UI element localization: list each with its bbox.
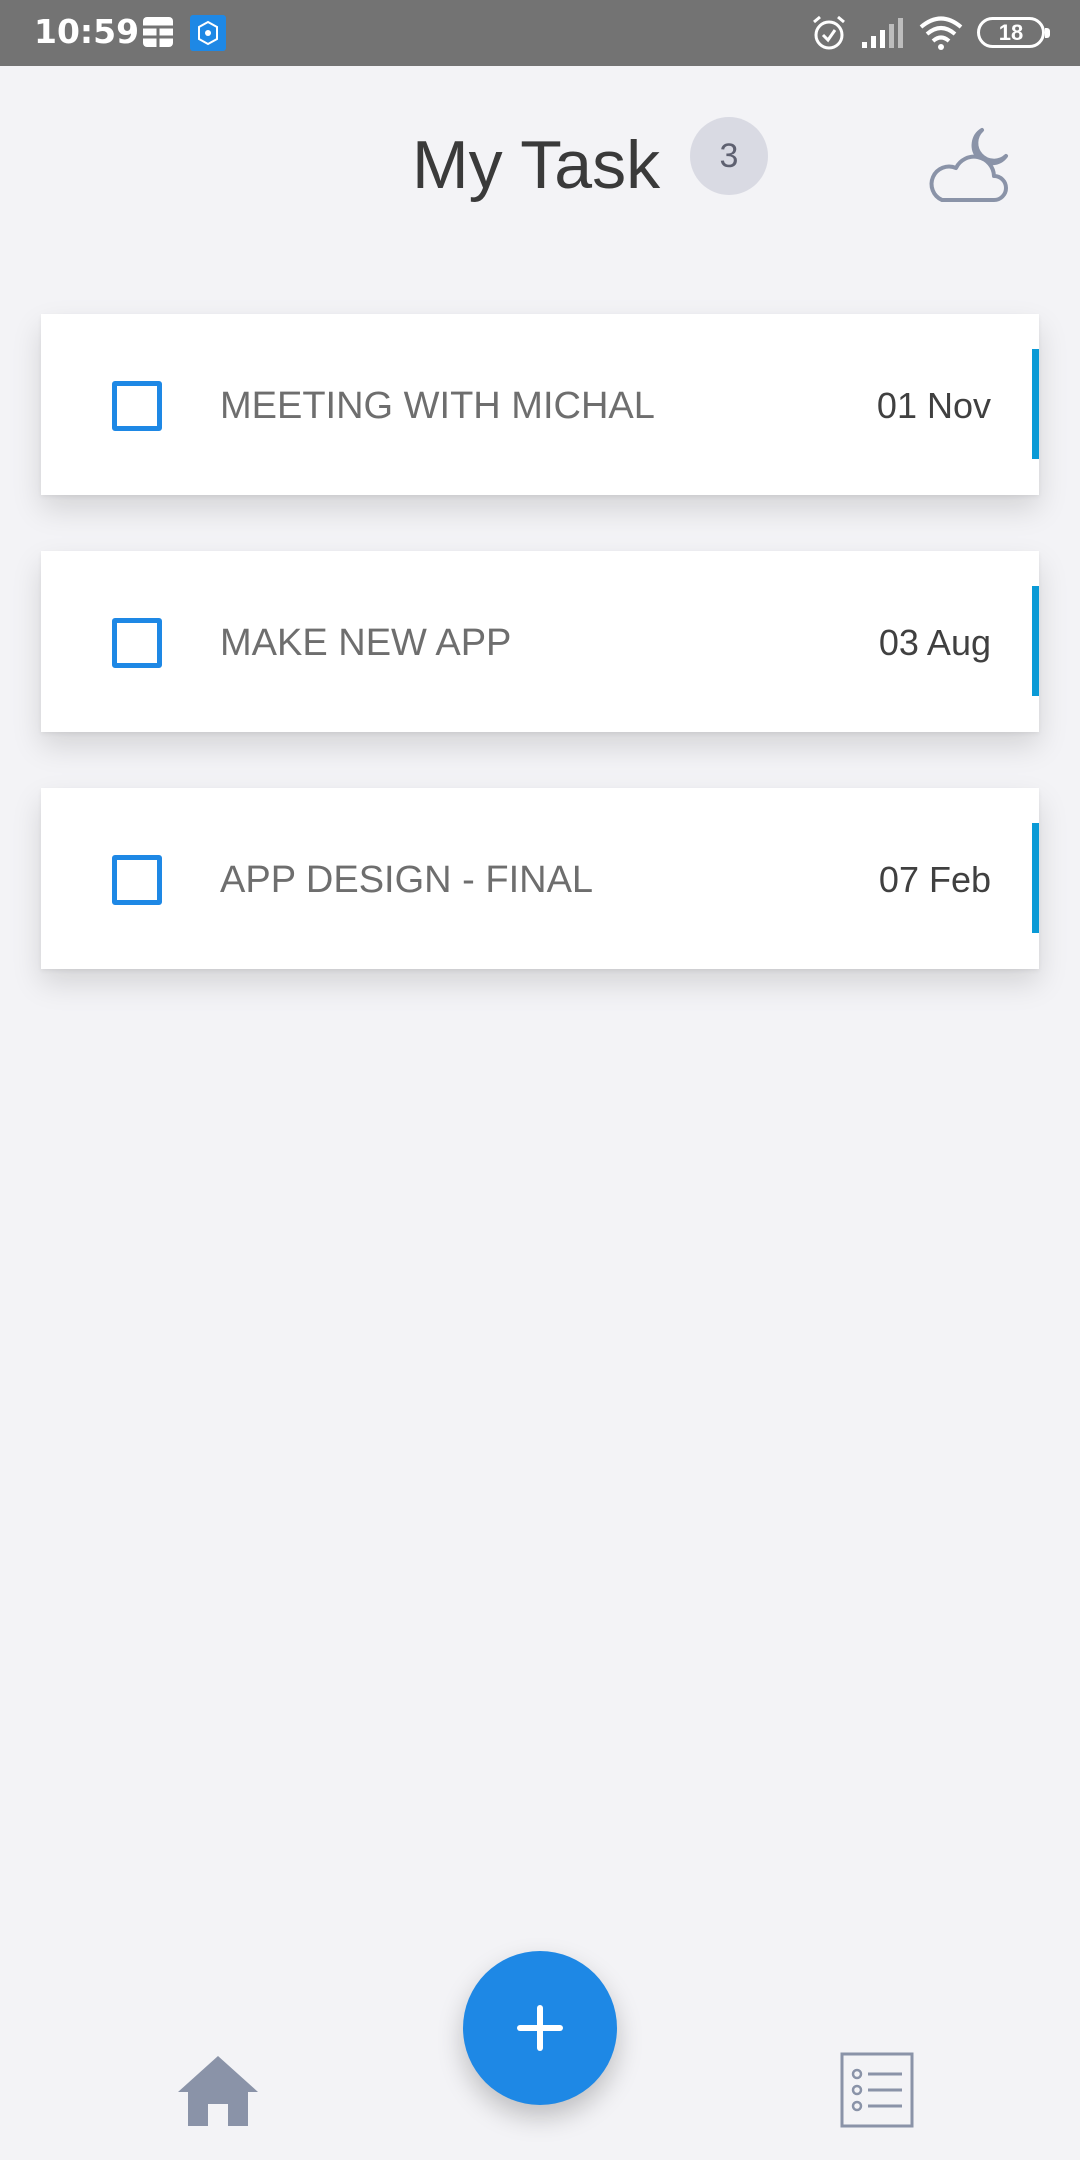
task-date: 07 Feb [878,859,991,900]
task-list: MEETING WITH MICHAL 01 Nov MAKE NEW APP … [41,314,1039,1025]
status-bar: 10:59 18 [0,0,1080,66]
task-card[interactable]: MAKE NEW APP 03 Aug [41,551,1039,732]
task-title: APP DESIGN - FINAL [220,859,594,901]
wifi-icon [919,16,963,50]
add-task-button[interactable] [463,1951,617,2105]
task-accent-bar [1032,586,1039,696]
grid-app-icon [143,17,173,47]
task-checkbox[interactable] [112,855,162,905]
battery-icon: 18 [977,17,1050,48]
cloud-moon-icon[interactable] [924,124,1014,208]
task-date: 03 Aug [878,622,991,663]
page-title: My Task [412,127,661,203]
task-title: MEETING WITH MICHAL [220,385,655,427]
task-count-badge: 3 [690,117,768,195]
alarm-icon [813,15,845,50]
task-checkbox[interactable] [112,381,162,431]
task-date: 01 Nov [876,385,991,426]
task-list-icon[interactable] [840,2052,914,2128]
plus-icon [517,2005,563,2051]
home-icon[interactable] [176,2054,260,2128]
task-accent-bar [1032,823,1039,933]
task-title: MAKE NEW APP [220,622,512,664]
notification-app-icon [190,15,226,51]
battery-level: 18 [998,20,1024,45]
task-card[interactable]: APP DESIGN - FINAL 07 Feb [41,788,1039,969]
status-time: 10:59 [34,12,140,51]
signal-icon [862,18,903,48]
task-accent-bar [1032,349,1039,459]
task-checkbox[interactable] [112,618,162,668]
task-card[interactable]: MEETING WITH MICHAL 01 Nov [41,314,1039,495]
